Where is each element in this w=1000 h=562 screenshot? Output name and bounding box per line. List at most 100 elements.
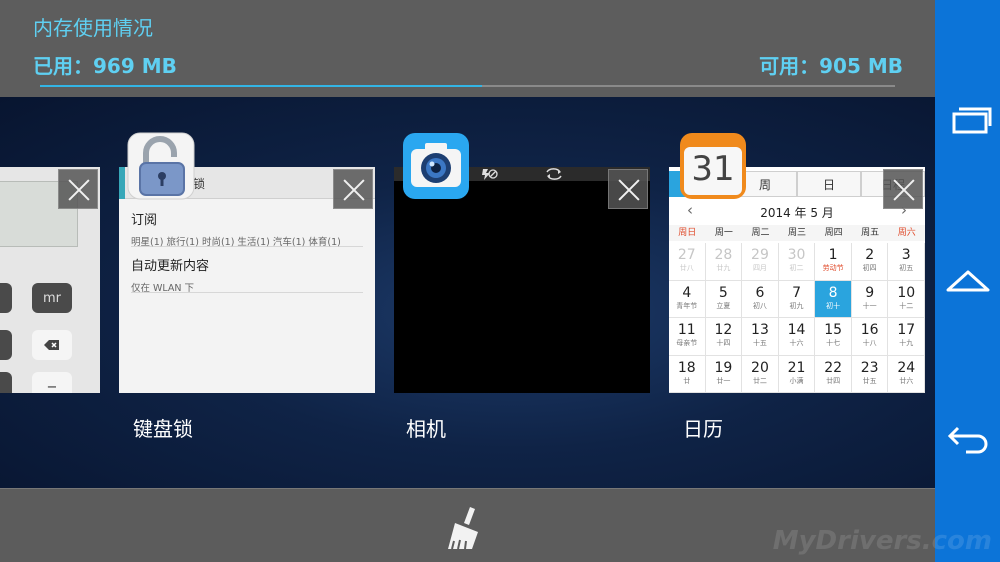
item-subtitle: 明星(1) 旅行(1) 时尚(1) 生活(1) 汽车(1) 体育(1): [131, 237, 341, 248]
calendar-week-row: 18 廿 19 廿一 20 廿二 21 小满 22 廿四 23 廿五 24 廿六: [669, 355, 925, 393]
calendar-day-cell[interactable]: 1 劳动节: [815, 243, 852, 281]
back-icon[interactable]: [942, 414, 994, 458]
calendar-day-cell[interactable]: 11 母亲节: [669, 318, 706, 356]
calendar-day-cell[interactable]: 30 初二: [778, 243, 816, 281]
calendar-day-number: 14: [787, 322, 806, 338]
calendar-lunar-label: 初十: [826, 301, 841, 310]
calendar-day-number: 9: [865, 284, 875, 301]
calendar-day-cell[interactable]: 24 廿六: [888, 355, 925, 393]
watermark: MyDrivers.com: [772, 526, 992, 556]
keyguard-item-auto-update: 自动更新内容 仅在 WLAN 下: [131, 255, 363, 294]
calendar-day-number: 1: [828, 247, 838, 263]
calendar-day-cell[interactable]: 27 廿八: [669, 243, 706, 281]
calendar-lunar-label: 初九: [789, 301, 804, 310]
calendar-lunar-label: 廿: [683, 376, 691, 385]
calendar-day-cell[interactable]: 28 廿九: [705, 243, 743, 281]
app-label-calendar: 日历: [683, 417, 723, 441]
recent-apps-icon[interactable]: [942, 100, 994, 144]
close-calendar-button[interactable]: [883, 169, 923, 209]
calendar-day-number: 19: [714, 359, 733, 376]
calendar-day-cell[interactable]: 23 廿五: [851, 355, 889, 393]
calculator-key-mr: mr: [32, 283, 72, 313]
switch-camera-icon: [546, 168, 562, 180]
item-subtitle: 仅在 WLAN 下: [131, 283, 195, 294]
calendar-day-number: 15: [824, 322, 843, 338]
calendar-lunar-label: 十四: [716, 339, 731, 347]
app-label-keyguard: 键盘锁: [133, 417, 193, 441]
keyguard-item-subscribe: 订阅 明星(1) 旅行(1) 时尚(1) 生活(1) 汽车(1) 体育(1): [131, 209, 363, 248]
calendar-day-cell[interactable]: 16 十八: [851, 318, 889, 356]
calculator-key: [0, 283, 12, 313]
calendar-day-cell[interactable]: 7 初九: [778, 280, 816, 318]
camera-icon: [403, 133, 469, 199]
calendar-day-number: 28: [714, 247, 733, 263]
calendar-day-cell[interactable]: 2 初四: [851, 243, 889, 281]
calendar-weekday: 周一: [714, 228, 733, 238]
calendar-day-number: 13: [751, 322, 769, 338]
calendar-lunar-label: 母亲节: [676, 339, 698, 347]
calendar-lunar-label: 初五: [899, 264, 914, 272]
calendar-day-number: 17: [897, 322, 916, 338]
calendar-day-cell[interactable]: 17 十九: [888, 318, 925, 356]
home-icon[interactable]: [942, 258, 994, 302]
calendar-day-cell[interactable]: 4 青年节: [669, 280, 706, 318]
calendar-lunar-label: 廿四: [826, 376, 841, 385]
calendar-day-cell[interactable]: 8 初十: [815, 280, 852, 318]
calendar-lunar-label: 十七: [826, 339, 841, 347]
item-title: 订阅: [131, 213, 158, 228]
app-label-camera: 相机: [406, 417, 446, 441]
calendar-day-cell[interactable]: 18 廿: [669, 355, 706, 393]
calendar-lunar-label: 十二: [899, 301, 914, 310]
calendar-day-cell[interactable]: 13 十五: [742, 318, 779, 356]
calendar-day-cell[interactable]: 5 立夏: [705, 280, 743, 318]
calendar-day-number: 7: [792, 284, 801, 301]
calendar-lunar-label: 初八: [752, 301, 767, 310]
calendar-day-cell[interactable]: 21 小满: [778, 355, 816, 393]
calendar-icon-day: 31: [691, 149, 735, 189]
calendar-day-cell[interactable]: 6 初八: [742, 280, 779, 318]
calendar-day-number: 12: [714, 322, 733, 338]
calendar-week-row: 27 廿八 28 廿九 29 四月 30 初二 1 劳动节 2 初四 3 初五: [669, 243, 925, 281]
calendar-day-cell[interactable]: 19 廿一: [705, 355, 743, 393]
broom-icon[interactable]: [440, 503, 490, 553]
calendar-day-number: 22: [824, 359, 843, 376]
close-calculator-button[interactable]: [58, 169, 98, 209]
calendar-day-cell[interactable]: 9 十一: [851, 280, 889, 318]
calendar-day-cell[interactable]: 29 四月: [742, 243, 779, 281]
close-keyguard-button[interactable]: [333, 169, 373, 209]
calendar-day-number: 3: [901, 247, 911, 263]
calendar-day-number: 30: [787, 247, 806, 263]
close-camera-button[interactable]: [608, 169, 648, 209]
calendar-lunar-label: 十五: [752, 339, 767, 347]
calendar-day-cell[interactable]: 15 十七: [815, 318, 852, 356]
calendar-lunar-label: 初二: [789, 264, 804, 272]
calendar-day-cell[interactable]: 10 十二: [888, 280, 925, 318]
memory-usage-fill: [40, 85, 483, 87]
calendar-lunar-label: 小满: [789, 376, 804, 385]
padlock-icon: [127, 132, 195, 200]
calculator-key: [0, 330, 12, 360]
calendar-week-row: 4 青年节 5 立夏 6 初八 7 初九 8 初十 9 十一 10 十二: [669, 280, 925, 318]
calendar-lunar-label: 劳动节: [822, 264, 844, 272]
calendar-icon: 31: [678, 131, 748, 201]
calculator-key: [0, 372, 12, 393]
calendar-day-number: 18: [677, 359, 696, 376]
calendar-day-cell[interactable]: 20 廿二: [742, 355, 779, 393]
calendar-lunar-label: 十九: [899, 339, 914, 347]
calendar-day-number: 27: [677, 247, 696, 263]
calendar-lunar-label: 廿五: [862, 376, 877, 385]
calendar-day-number: 6: [755, 284, 765, 301]
calendar-day-cell[interactable]: 14 十六: [778, 318, 816, 356]
recent-apps-area[interactable]: mr − 锁 订阅 明星(1) 旅行(1) 时尚(1) 生活(1) 汽车(1) …: [0, 97, 935, 488]
calendar-day-number: 24: [897, 359, 916, 376]
calendar-lunar-label: 青年节: [676, 301, 698, 310]
calendar-day-number: 4: [682, 284, 692, 301]
calendar-day-number: 5: [718, 284, 728, 301]
calendar-tab-day: 日: [797, 171, 861, 197]
calendar-lunar-label: 廿二: [752, 376, 767, 385]
calendar-day-number: 29: [751, 247, 769, 263]
calendar-day-cell[interactable]: 12 十四: [705, 318, 743, 356]
calendar-day-cell[interactable]: 3 初五: [888, 243, 925, 281]
calendar-day-cell[interactable]: 22 廿四: [815, 355, 852, 393]
memory-title: 内存使用情况: [33, 16, 153, 40]
